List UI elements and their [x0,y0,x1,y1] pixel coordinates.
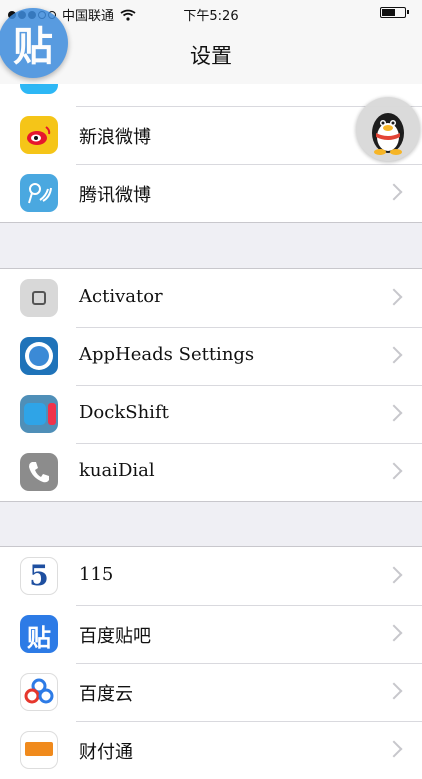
weibo-icon [20,116,58,154]
chevron-right-icon [385,462,403,480]
twitter-icon [20,84,58,94]
status-bar: 中国联通 下午5:26 [0,0,422,26]
row-label: 百度贴吧 [79,626,151,647]
chevron-right-icon [385,346,403,364]
list-item[interactable]: 财付通 [0,721,422,779]
row-label: 腾讯微博 [79,185,151,206]
floating-qq-button[interactable] [356,97,420,161]
battery-icon [380,7,409,18]
chevron-right-icon [385,740,403,758]
list-item[interactable]: 百度云 [0,663,422,721]
list-item[interactable]: AppHeads Settings [0,327,422,385]
row-label: Activator [79,286,163,307]
chevron-right-icon [385,288,403,306]
appheads-icon [20,337,58,375]
phone-icon [20,453,58,491]
chevron-right-icon [385,566,403,584]
list-item[interactable]: 5 115 [0,547,422,605]
tenpay-icon [20,731,58,769]
chevron-right-icon [385,404,403,422]
activator-icon [20,279,58,317]
chevron-right-icon [385,682,403,700]
dockshift-icon [20,395,58,433]
tencent-weibo-icon [20,174,58,212]
list-item[interactable]: 腾讯微博 [0,164,422,222]
baidu-tieba-icon: 贴 [20,615,58,653]
row-label: 115 [79,564,114,585]
115-icon: 5 [20,557,58,595]
floating-tieba-button[interactable]: 贴 [0,8,68,78]
list-item[interactable]: DockShift [0,385,422,443]
chevron-right-icon [385,624,403,642]
tieba-glyph: 贴 [13,24,53,70]
qq-penguin-icon [372,113,404,155]
row-label: AppHeads Settings [79,344,255,365]
status-time: 下午5:26 [183,9,239,24]
row-label: DockShift [79,402,169,423]
row-label: 百度云 [79,684,133,705]
row-label: 财付通 [79,742,133,763]
row-label: 新浪微博 [79,127,151,148]
settings-section-tweaks: Activator AppHeads Settings DockShift ku… [0,268,422,502]
list-item[interactable]: kuaiDial [0,443,422,501]
row-label: kuaiDial [79,460,155,481]
settings-section-apps: 5 115 贴 百度贴吧 百度云 财付通 [0,546,422,779]
list-item[interactable]: Activator [0,269,422,327]
chevron-right-icon [385,183,403,201]
list-item[interactable]: 贴 百度贴吧 [0,605,422,663]
baidu-cloud-icon [20,673,58,711]
